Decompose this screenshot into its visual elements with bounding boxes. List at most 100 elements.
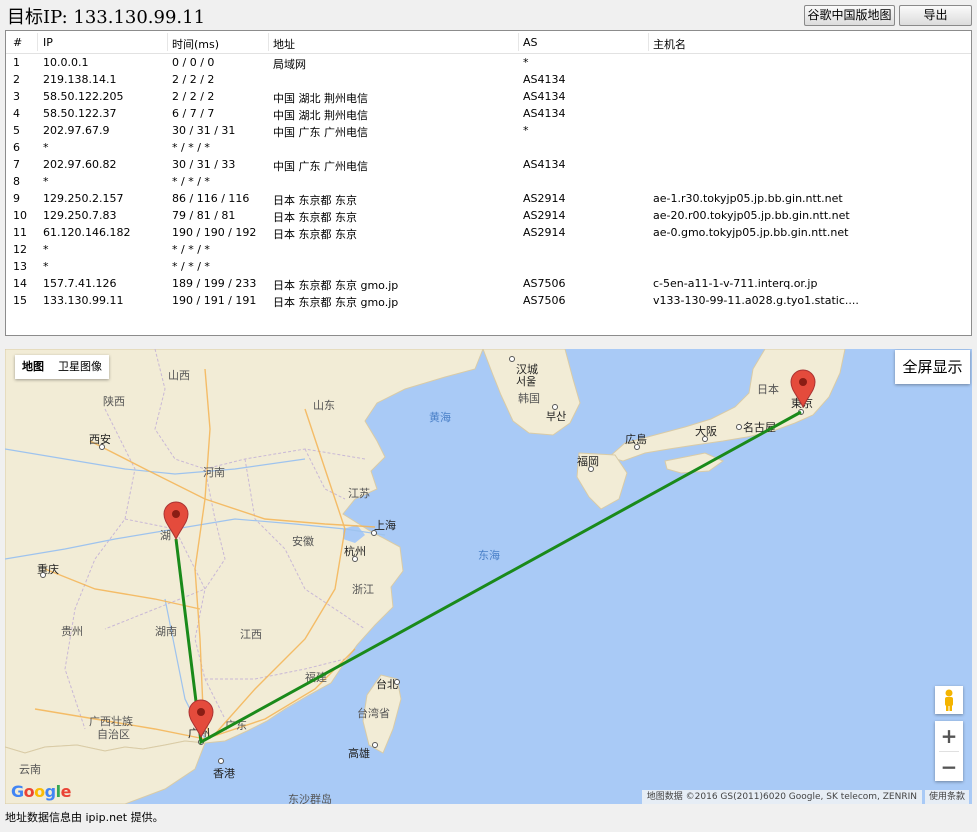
cell-as: AS4134 xyxy=(523,158,566,171)
cell-time: * / * / * xyxy=(172,141,210,154)
cell-hop: 9 xyxy=(13,192,20,205)
anhui-label: 安徽 xyxy=(292,534,314,548)
column-header-ip[interactable]: IP xyxy=(43,36,53,49)
table-row[interactable]: 6 * * / * / * xyxy=(6,139,971,156)
column-header-hostname[interactable]: 主机名 xyxy=(653,36,686,52)
table-row[interactable]: 7 202.97.60.82 30 / 31 / 33 中国 广东 广州电信 AS413… xyxy=(6,156,971,173)
japan-label: 日本 xyxy=(757,382,779,396)
mainland-china-landmass xyxy=(5,349,484,754)
column-divider[interactable] xyxy=(648,33,649,51)
column-divider[interactable] xyxy=(518,33,519,51)
cell-hop: 6 xyxy=(13,141,20,154)
table-row[interactable]: 8 * * / * / * xyxy=(6,173,971,190)
xian-label: 西安 xyxy=(89,432,111,446)
table-row[interactable]: 14 157.7.41.126 189 / 199 / 233 日本 东京都 东京 g… xyxy=(6,275,971,292)
taiwan-label: 台湾省 xyxy=(357,706,390,720)
yunnan-label: 云南 xyxy=(19,763,41,776)
terms-of-use-link[interactable]: 使用条款 xyxy=(924,790,969,804)
cell-hostname: ae-1.r30.tokyjp05.jp.bb.gin.ntt.net xyxy=(653,192,843,205)
column-header-as[interactable]: AS xyxy=(523,36,538,49)
cell-time: 0 / 0 / 0 xyxy=(172,56,215,69)
cell-ip: 202.97.60.82 xyxy=(43,158,117,171)
map-attribution: 地图数据 ©2016 GS(2011)6020 Google, SK telec… xyxy=(641,790,922,804)
target-ip-title: 目标IP: 133.130.99.11 xyxy=(7,7,206,28)
column-divider[interactable] xyxy=(167,33,168,51)
osaka-label: 大阪 xyxy=(695,424,717,438)
cell-time: 86 / 116 / 116 xyxy=(172,192,250,205)
shanghai-label: 上海 xyxy=(374,518,396,532)
cell-address: 日本 东京都 东京 xyxy=(273,211,357,224)
fullscreen-button[interactable]: 全屏显示 xyxy=(895,350,970,384)
cell-ip: 157.7.41.126 xyxy=(43,277,117,290)
map-type-satellite-button[interactable]: 卫星图像 xyxy=(51,355,109,379)
gaoxiong-label: 高雄 xyxy=(348,746,370,760)
map-type-control: 地图 卫星图像 xyxy=(15,355,109,379)
hunan-label: 湖南 xyxy=(155,625,177,638)
column-divider[interactable] xyxy=(37,33,38,51)
hubei-label: 湖 xyxy=(160,529,171,542)
route-map[interactable]: 黄海 东海 山西 陕西 西安 山东 河南 江苏 上海 安徽 杭州 浙江 重庆 湖… xyxy=(5,349,972,804)
table-body: 1 10.0.0.1 0 / 0 / 0 局域网 * 2 219.138.14.1 2 / 2… xyxy=(6,54,971,309)
cell-address: 日本 东京都 东京 xyxy=(273,194,357,207)
column-header-index[interactable]: # xyxy=(13,36,22,49)
cell-as: * xyxy=(523,56,529,69)
cell-time: 79 / 81 / 81 xyxy=(172,209,236,222)
cell-as: AS2914 xyxy=(523,209,566,222)
table-row[interactable]: 2 219.138.14.1 2 / 2 / 2 AS4134 xyxy=(6,71,971,88)
cell-as: AS2914 xyxy=(523,226,566,239)
title-bar: 目标IP: 133.130.99.11 谷歌中国版地图 导出 xyxy=(0,0,977,30)
table-row[interactable]: 13 * * / * / * xyxy=(6,258,971,275)
cell-hop: 12 xyxy=(13,243,27,256)
table-row[interactable]: 10 129.250.7.83 79 / 81 / 81 日本 东京都 东京 AS291… xyxy=(6,207,971,224)
cell-as: AS2914 xyxy=(523,192,566,205)
cell-time: * / * / * xyxy=(172,243,210,256)
table-row[interactable]: 15 133.130.99.11 190 / 191 / 191 日本 东京都 东京 … xyxy=(6,292,971,309)
cell-ip: 58.50.122.205 xyxy=(43,90,124,103)
guizhou-label: 贵州 xyxy=(61,625,83,638)
table-row[interactable]: 1 10.0.0.1 0 / 0 / 0 局域网 * xyxy=(6,54,971,71)
guangxi-label: 广西壮族 xyxy=(89,714,133,728)
hongkong-label: 香港 xyxy=(213,767,235,780)
google-logo[interactable]: Google xyxy=(11,782,71,801)
cell-hop: 10 xyxy=(13,209,27,222)
table-row[interactable]: 11 61.120.146.182 190 / 190 / 192 日本 东京都 东京… xyxy=(6,224,971,241)
map-type-map-button[interactable]: 地图 xyxy=(15,355,51,379)
cell-time: 190 / 190 / 192 xyxy=(172,226,257,239)
cell-address: 中国 湖北 荆州电信 xyxy=(273,92,368,105)
table-row[interactable]: 5 202.97.67.9 30 / 31 / 31 中国 广东 广州电信 * xyxy=(6,122,971,139)
column-divider[interactable] xyxy=(268,33,269,51)
cell-hostname: ae-20.r00.tokyjp05.jp.bb.gin.ntt.net xyxy=(653,209,850,222)
table-row[interactable]: 4 58.50.122.37 6 / 7 / 7 中国 湖北 荆州电信 AS4134 xyxy=(6,105,971,122)
cell-ip: 202.97.67.9 xyxy=(43,124,110,137)
cell-as: AS7506 xyxy=(523,277,566,290)
google-china-map-button[interactable]: 谷歌中国版地图 xyxy=(804,5,895,26)
cell-time: 189 / 199 / 233 xyxy=(172,277,257,290)
table-row[interactable]: 9 129.250.2.157 86 / 116 / 116 日本 东京都 东京 AS2… xyxy=(6,190,971,207)
cell-ip: 10.0.0.1 xyxy=(43,56,89,69)
henan-label: 河南 xyxy=(203,466,225,479)
taibei-label: 台北 xyxy=(376,677,398,691)
cell-as: AS4134 xyxy=(523,73,566,86)
cell-time: 190 / 191 / 191 xyxy=(172,294,257,307)
cell-address: 日本 东京都 东京 gmo.jp xyxy=(273,296,399,309)
table-row[interactable]: 3 58.50.122.205 2 / 2 / 2 中国 湖北 荆州电信 AS4134 xyxy=(6,88,971,105)
seoul-korean-label: 서울 xyxy=(516,375,536,388)
column-header-address[interactable]: 地址 xyxy=(273,36,295,52)
data-source-note: 地址数据信息由 ipip.net 提供。 xyxy=(5,811,164,824)
cell-ip: 58.50.122.37 xyxy=(43,107,117,120)
cell-hop: 8 xyxy=(13,175,20,188)
cell-hop: 7 xyxy=(13,158,20,171)
street-view-pegman[interactable] xyxy=(935,686,963,714)
cell-time: * / * / * xyxy=(172,175,210,188)
export-button[interactable]: 导出 xyxy=(899,5,972,26)
shanxi-label: 山西 xyxy=(168,369,190,382)
table-row[interactable]: 12 * * / * / * xyxy=(6,241,971,258)
zoom-in-button[interactable]: + xyxy=(935,721,963,751)
zoom-out-button[interactable]: − xyxy=(935,752,963,782)
cell-hop: 1 xyxy=(13,56,20,69)
zhejiang-label: 浙江 xyxy=(352,583,374,596)
cell-address: 中国 广东 广州电信 xyxy=(273,160,368,173)
map-canvas[interactable]: 黄海 东海 山西 陕西 西安 山东 河南 江苏 上海 安徽 杭州 浙江 重庆 湖… xyxy=(5,349,972,804)
traceroute-table[interactable]: # IP 时间(ms) 地址 AS 主机名 1 10.0.0.1 0 / 0 / 0… xyxy=(5,30,972,336)
column-header-time[interactable]: 时间(ms) xyxy=(172,36,219,52)
